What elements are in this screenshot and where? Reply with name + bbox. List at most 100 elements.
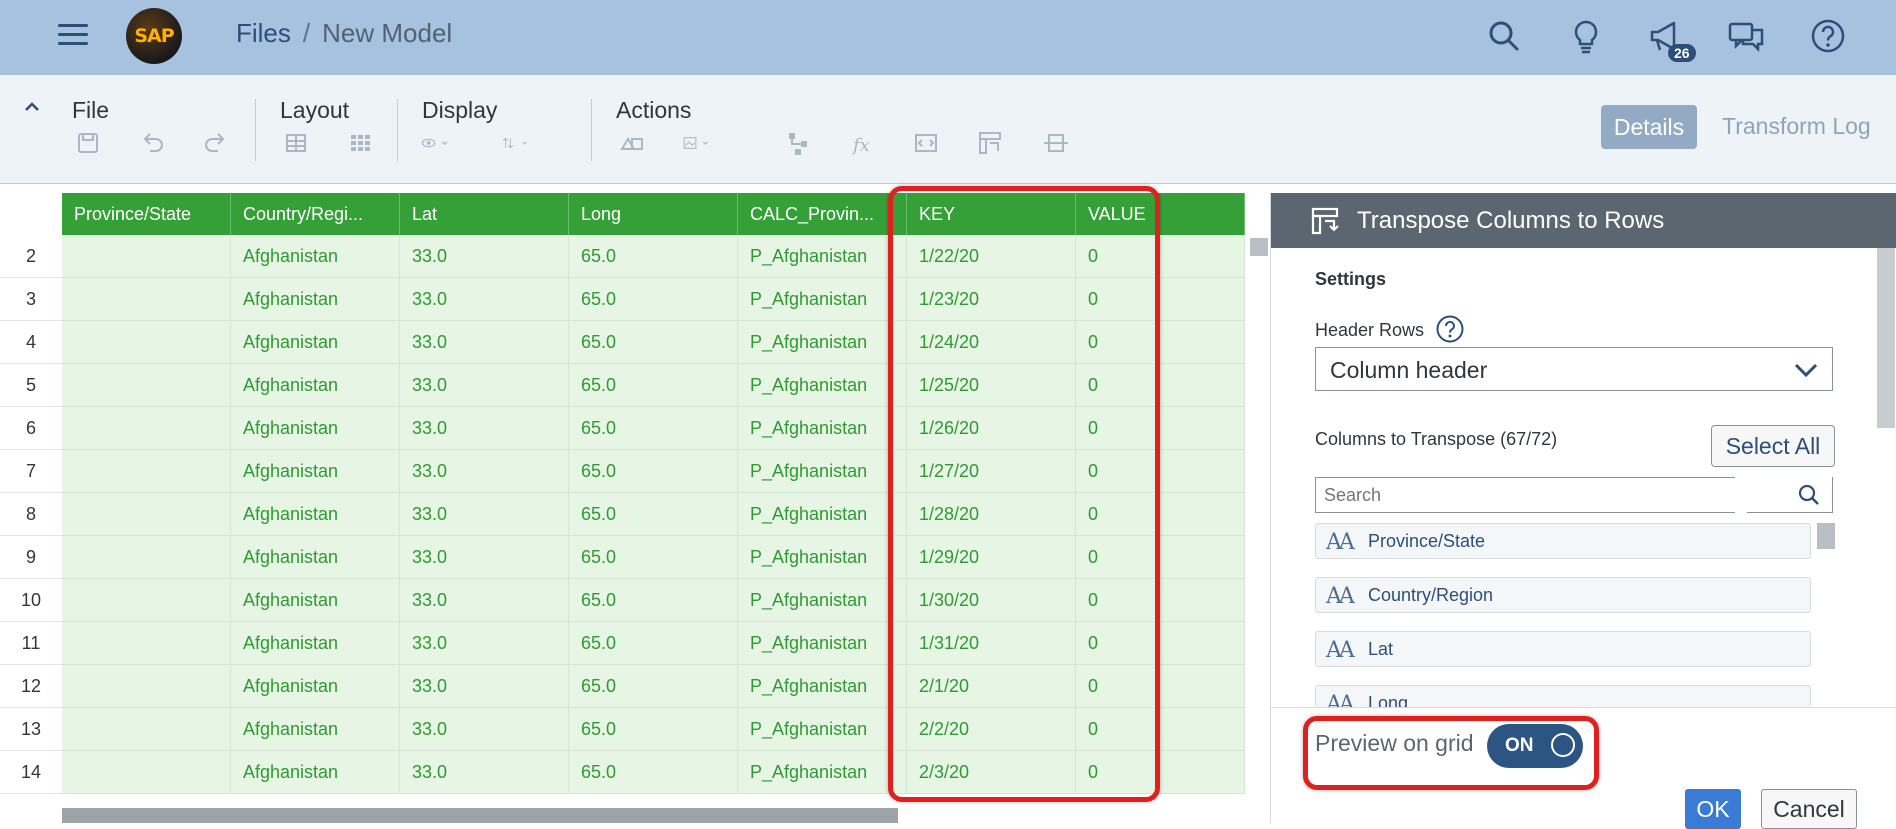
column-list-item[interactable]: AA Province/State [1315, 523, 1811, 559]
table-cell[interactable] [62, 450, 231, 493]
horizontal-scrollbar[interactable] [62, 808, 898, 823]
column-header[interactable]: Country/Regi... [231, 193, 400, 235]
table-cell[interactable]: P_Afghanistan [738, 364, 907, 407]
column-header[interactable]: Long [569, 193, 738, 235]
table-cell[interactable] [62, 278, 231, 321]
table-cell[interactable]: 1/23/20 [907, 278, 1076, 321]
table-cell[interactable]: Afghanistan [231, 278, 400, 321]
table-cell[interactable]: 33.0 [400, 622, 569, 665]
sort-dropdown-icon[interactable] [500, 127, 568, 159]
table-cell[interactable]: 33.0 [400, 536, 569, 579]
details-button[interactable]: Details [1601, 105, 1697, 149]
save-icon[interactable] [72, 127, 104, 159]
table-cell[interactable]: Afghanistan [231, 364, 400, 407]
table-cell[interactable]: 33.0 [400, 665, 569, 708]
table-icon[interactable] [280, 127, 312, 159]
table-cell[interactable]: P_Afghanistan [738, 579, 907, 622]
table-cell[interactable] [62, 536, 231, 579]
table-cell[interactable]: 0 [1076, 407, 1245, 450]
redo-icon[interactable] [200, 127, 232, 159]
table-cell[interactable]: 2/1/20 [907, 665, 1076, 708]
table-cell[interactable]: 1/30/20 [907, 579, 1076, 622]
table-cell[interactable]: P_Afghanistan [738, 708, 907, 751]
table-cell[interactable] [62, 665, 231, 708]
column-header[interactable]: Lat [400, 193, 569, 235]
table-cell[interactable] [62, 579, 231, 622]
table-cell[interactable]: Afghanistan [231, 579, 400, 622]
table-cell[interactable] [62, 364, 231, 407]
table-cell[interactable] [62, 235, 231, 278]
table-cell[interactable]: 65.0 [569, 536, 738, 579]
table-cell[interactable]: 0 [1076, 235, 1245, 278]
menu-icon[interactable] [56, 18, 90, 52]
breadcrumb-files[interactable]: Files [236, 18, 291, 48]
table-cell[interactable]: 65.0 [569, 665, 738, 708]
table-cell[interactable]: 33.0 [400, 751, 569, 794]
hierarchy-icon[interactable] [782, 127, 814, 159]
table-cell[interactable]: 1/24/20 [907, 321, 1076, 364]
table-cell[interactable]: P_Afghanistan [738, 751, 907, 794]
chat-icon[interactable] [1726, 16, 1766, 56]
column-list-item[interactable]: AA Lat [1315, 631, 1811, 667]
table-cell[interactable]: 0 [1076, 579, 1245, 622]
collapse-icon[interactable] [22, 97, 42, 117]
preview-toggle[interactable]: ON [1487, 724, 1583, 768]
table-cell[interactable]: 65.0 [569, 278, 738, 321]
row-number[interactable]: 11 [0, 622, 62, 665]
table-cell[interactable]: 1/22/20 [907, 235, 1076, 278]
table-cell[interactable] [62, 622, 231, 665]
table-cell[interactable]: Afghanistan [231, 493, 400, 536]
table-cell[interactable]: 33.0 [400, 364, 569, 407]
table-cell[interactable]: 65.0 [569, 235, 738, 278]
table-cell[interactable]: 33.0 [400, 235, 569, 278]
table-cell[interactable]: 33.0 [400, 407, 569, 450]
table-cell[interactable]: 65.0 [569, 622, 738, 665]
table-cell[interactable]: 65.0 [569, 364, 738, 407]
table-cell[interactable]: 1/28/20 [907, 493, 1076, 536]
image-dropdown-icon[interactable] [682, 127, 742, 159]
table-cell[interactable]: 1/27/20 [907, 450, 1076, 493]
row-number[interactable]: 3 [0, 278, 62, 321]
table-cell[interactable]: Afghanistan [231, 708, 400, 751]
row-number[interactable]: 13 [0, 708, 62, 751]
ok-button[interactable]: OK [1685, 789, 1741, 829]
row-number[interactable]: 12 [0, 665, 62, 708]
table-cell[interactable]: 65.0 [569, 751, 738, 794]
table-cell[interactable]: Afghanistan [231, 665, 400, 708]
row-number[interactable]: 9 [0, 536, 62, 579]
table-cell[interactable]: 33.0 [400, 450, 569, 493]
panel-scrollbar[interactable] [1877, 248, 1895, 428]
table-cell[interactable]: 0 [1076, 665, 1245, 708]
table-cell[interactable]: 1/25/20 [907, 364, 1076, 407]
table-cell[interactable]: P_Afghanistan [738, 321, 907, 364]
column-list-item[interactable]: AA Long [1315, 685, 1811, 707]
row-number[interactable]: 5 [0, 364, 62, 407]
table-cell[interactable]: P_Afghanistan [738, 450, 907, 493]
table-cell[interactable]: 33.0 [400, 321, 569, 364]
table-cell[interactable]: 65.0 [569, 407, 738, 450]
cancel-button[interactable]: Cancel [1761, 789, 1857, 829]
grid-scrollbar-thumb[interactable] [1250, 238, 1268, 256]
table-cell[interactable]: Afghanistan [231, 536, 400, 579]
table-cell[interactable]: 0 [1076, 321, 1245, 364]
table-cell[interactable]: 1/29/20 [907, 536, 1076, 579]
table-cell[interactable]: 65.0 [569, 579, 738, 622]
row-number[interactable]: 10 [0, 579, 62, 622]
table-cell[interactable]: 0 [1076, 493, 1245, 536]
lightbulb-icon[interactable] [1566, 16, 1606, 56]
table-cell[interactable]: 1/31/20 [907, 622, 1076, 665]
table-cell[interactable]: Afghanistan [231, 450, 400, 493]
undo-icon[interactable] [136, 127, 168, 159]
table-cell[interactable]: 0 [1076, 536, 1245, 579]
row-number[interactable]: 7 [0, 450, 62, 493]
table-cell[interactable] [62, 321, 231, 364]
search-icon[interactable] [1484, 16, 1524, 56]
table-cell[interactable]: 65.0 [569, 450, 738, 493]
table-cell[interactable]: P_Afghanistan [738, 665, 907, 708]
table-cell[interactable]: 33.0 [400, 579, 569, 622]
split-column-icon[interactable] [910, 127, 942, 159]
table-cell[interactable] [62, 708, 231, 751]
table-cell[interactable]: 0 [1076, 278, 1245, 321]
table-cell[interactable]: 0 [1076, 751, 1245, 794]
row-number[interactable]: 8 [0, 493, 62, 536]
